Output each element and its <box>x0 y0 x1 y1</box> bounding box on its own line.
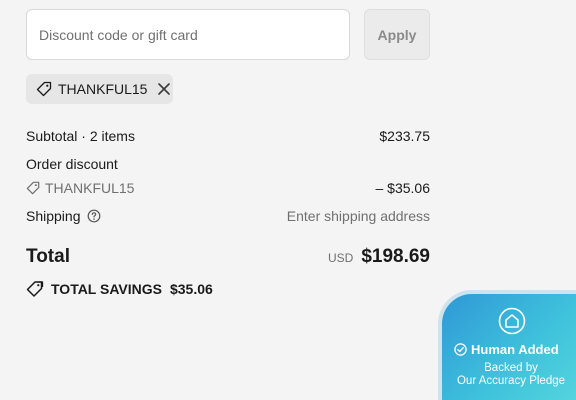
badge-line-1: Backed by <box>484 362 538 374</box>
total-savings-row: TOTAL SAVINGS $35.06 <box>26 280 213 298</box>
applied-discount-code: THANKFUL15 <box>58 81 148 97</box>
order-discount-row: Order discount <box>26 156 430 172</box>
badge-line-2: Our Accuracy Pledge <box>456 375 566 387</box>
shipping-value: Enter shipping address <box>286 208 430 224</box>
badge-subtitle: Backed by Our Accuracy Pledge <box>442 362 576 388</box>
shipping-row: Shipping Enter shipping address <box>26 208 430 224</box>
home-shield-icon <box>498 307 526 335</box>
order-summary: Discount code or gift card Apply THANKFU… <box>0 0 576 400</box>
tag-icon <box>26 181 40 195</box>
total-savings-amount: $35.06 <box>169 281 213 297</box>
discount-input-placeholder: Discount code or gift card <box>39 26 198 43</box>
currency-code: USD <box>327 251 354 265</box>
accuracy-pledge-badge[interactable]: Human Added Backed by Our Accuracy Pledg… <box>438 290 576 400</box>
tags-icon <box>26 280 44 298</box>
discount-code-label: THANKFUL15 <box>45 180 135 196</box>
total-row: Total USD $198.69 <box>26 246 430 268</box>
apply-button-label: Apply <box>377 26 417 43</box>
subtotal-label: Subtotal · 2 items <box>26 128 135 144</box>
help-icon[interactable] <box>87 209 101 223</box>
applied-discount-chip: THANKFUL15 <box>26 74 173 104</box>
badge-title: Human Added <box>454 342 559 357</box>
total-savings-label: TOTAL SAVINGS <box>51 281 162 297</box>
check-circle-icon <box>454 343 467 356</box>
tag-icon <box>36 81 52 97</box>
subtotal-row: Subtotal · 2 items $233.75 <box>26 128 430 144</box>
apply-discount-button[interactable]: Apply <box>364 9 430 60</box>
subtotal-value: $233.75 <box>379 128 430 144</box>
discount-code-row: THANKFUL15 – $35.06 <box>26 180 430 196</box>
total-label: Total <box>26 246 70 267</box>
total-amount: $198.69 <box>361 246 430 267</box>
badge-title-text: Human Added <box>471 342 559 357</box>
discount-value: – $35.06 <box>375 180 431 196</box>
shipping-label: Shipping <box>26 208 81 224</box>
remove-discount-close-icon[interactable] <box>157 82 171 96</box>
order-discount-label: Order discount <box>26 156 118 172</box>
discount-code-input[interactable]: Discount code or gift card <box>26 9 350 60</box>
